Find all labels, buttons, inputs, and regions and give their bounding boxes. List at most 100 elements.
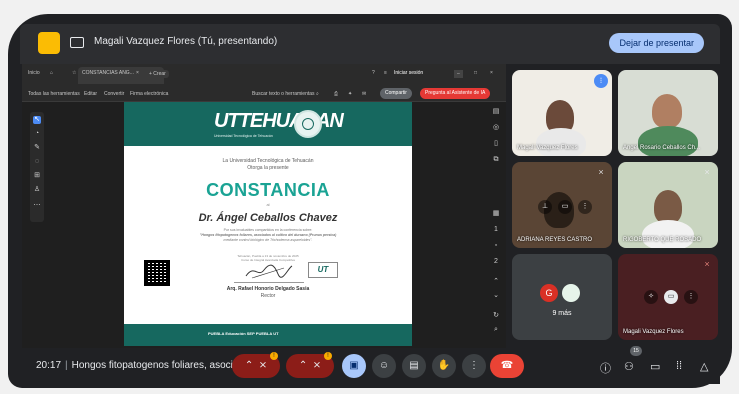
refresh-icon[interactable]: ↻	[492, 312, 500, 320]
certificate-desc-2: "Hongos fitopatogenos foliares, asociado…	[199, 233, 337, 237]
certificate-university: La Universidad Tecnológica de Tehuacán	[222, 158, 314, 164]
scroll-down-icon[interactable]: 2	[492, 258, 500, 266]
participant-tile-3[interactable]: ⊥ ▭ ⋮ ⨯ ADRIANA REYES CASTRO	[512, 162, 612, 248]
certificate-role: Rector	[260, 293, 276, 299]
tile-more-icon[interactable]: ⋮	[578, 200, 592, 214]
close-window-icon[interactable]: ×	[490, 70, 493, 76]
participant-name: Angel Rosario Ceballos Ch...	[623, 145, 701, 151]
home-icon[interactable]: ⌂	[50, 70, 53, 76]
zoom-in-icon[interactable]: ▫	[492, 242, 500, 250]
mic-off-icon: ⨯	[258, 360, 268, 371]
comment-icon[interactable]: ◔	[33, 130, 41, 138]
sign-in-link[interactable]: Iniciar sesión	[394, 70, 423, 76]
chevron-up-icon[interactable]: ⌃	[299, 360, 307, 371]
copy-icon[interactable]: ⧉	[492, 156, 500, 164]
menu-esign[interactable]: Firma electrónica	[130, 91, 168, 97]
ut-logo-subtitle: Universidad Tecnológica de Tehuacán	[214, 134, 273, 138]
people-icon[interactable]: ⚇	[624, 360, 634, 373]
participant-tile-2[interactable]: Angel Rosario Ceballos Ch...	[618, 70, 718, 156]
pen-icon[interactable]: ✎	[33, 144, 41, 152]
app-menubar: Todas las herramientas Editar Convertir …	[22, 86, 506, 102]
ai-spark-icon[interactable]: ✦	[348, 91, 352, 97]
certificate-desc-3: mediante control biológico de Trichoderm…	[223, 238, 313, 242]
certificate-signer: Arq. Rafael Honorio Delgado Sasia	[226, 286, 310, 292]
raise-hand-icon[interactable]: ✋	[432, 354, 456, 378]
print-icon[interactable]: ⎙	[334, 91, 338, 97]
page-up-icon[interactable]: ⌃	[492, 278, 500, 286]
meeting-controls: 20:17 | Hongos fitopatogenos foliares, aso…	[20, 346, 720, 384]
search-tools[interactable]: Buscar texto o herramientas	[252, 91, 315, 97]
maximize-icon[interactable]: □	[474, 70, 477, 76]
mic-warning-icon: !	[270, 352, 278, 360]
emoji-icon[interactable]: ☺	[372, 354, 396, 378]
page-number-icon: 1	[494, 226, 498, 233]
university-seal-icon	[294, 110, 322, 138]
camera-off-icon: ⨯	[312, 360, 322, 371]
star-icon[interactable]: ☆	[72, 70, 76, 76]
browser-tabbar: Inicio ⌂ ☆ CONSTANCIAS ANG... × + Crear …	[22, 64, 506, 86]
shared-screen: Inicio ⌂ ☆ CONSTANCIAS ANG... × + Crear …	[22, 64, 506, 348]
chevron-up-icon[interactable]: ⌃	[245, 360, 253, 371]
presenting-bar: Magali Vazquez Flores (Tú, presentando) …	[20, 24, 720, 64]
participant-name: ADRIANA REYES CASTRO	[517, 237, 593, 243]
participant-tile-1[interactable]: ⁝ Magali Vazquez Flores	[512, 70, 612, 156]
tile-camera-icon[interactable]: ▭	[558, 200, 572, 214]
meeting-time: 20:17	[36, 360, 62, 371]
page-down-icon[interactable]: ⌄	[492, 292, 500, 300]
camera-warning-icon: !	[324, 352, 332, 360]
minimize-icon[interactable]: –	[454, 70, 463, 78]
comments-panel-icon[interactable]: ◎	[492, 124, 500, 132]
stop-presenting-button[interactable]: Dejar de presentar	[609, 33, 704, 53]
participant-name: RIGOBERTO QUE ROSADO	[623, 237, 702, 243]
certificate-grants: Otorga la presente	[247, 165, 289, 171]
more-participants-tile[interactable]: G 9 más	[512, 254, 612, 340]
captions-icon[interactable]: ▤	[402, 354, 426, 378]
tab-home[interactable]: Inicio	[28, 70, 40, 76]
right-toolbar: ▤ ◎ ▯ ⧉ ▦ 1 ▫ 2 ⌃ ⌄ ↻ ⌕	[490, 102, 502, 342]
certificate-to: al	[266, 202, 270, 207]
left-toolbar: ↖ ◔ ✎ ◌ ⊞ ♙ ⋯	[30, 112, 44, 222]
present-screen-icon[interactable]: ▣	[342, 354, 366, 378]
participant-tile-4[interactable]: ⨯ RIGOBERTO QUE ROSADO	[618, 162, 718, 248]
presenting-title: Magali Vazquez Flores (Tú, presentando)	[94, 36, 278, 47]
info-icon[interactable]: ⓘ	[600, 360, 611, 376]
chat-icon[interactable]: ▭	[650, 360, 660, 373]
menu-convert[interactable]: Convertir	[104, 91, 124, 97]
certificate-desc-1: Por sus invaluables compartidos en la co…	[223, 228, 313, 232]
ut-mini-logo: UT	[308, 262, 338, 278]
menu-all-tools[interactable]: Todas las herramientas	[28, 91, 80, 97]
share-button[interactable]: Compartir	[380, 88, 412, 99]
pin-icon[interactable]: ⊥	[538, 200, 552, 214]
blur-icon[interactable]: ✧	[644, 290, 658, 304]
call-end-icon[interactable]: ☎	[490, 354, 524, 378]
cursor-icon[interactable]: ↖	[33, 116, 41, 124]
certificate-footer: PUEBLA Educación SEP PUEBLA UT	[124, 324, 412, 346]
palm-avatar-icon	[562, 284, 580, 302]
meeting-title: Hongos fitopatogenos foliares, asoci...	[71, 360, 242, 371]
apps-icon[interactable]: ⁞⁞	[676, 360, 682, 372]
lasso-icon[interactable]: ◌	[33, 158, 41, 166]
self-view-tile[interactable]: ✧ ▭ ⋮ ⨯ Magali Vazquez Flores	[618, 254, 718, 340]
help-icon[interactable]: ?	[372, 70, 375, 76]
stamp-icon[interactable]: ♙	[33, 186, 41, 194]
self-camera-icon[interactable]: ▭	[664, 290, 678, 304]
zoom-icon[interactable]: ⌕	[492, 326, 500, 334]
self-more-icon[interactable]: ⋮	[684, 290, 698, 304]
menu-edit[interactable]: Editar	[84, 91, 97, 97]
certificate-document: UTTEHUACAN Universidad Tecnológica de Te…	[124, 102, 412, 346]
avatar: G	[540, 284, 558, 302]
close-tab-icon[interactable]: ×	[136, 70, 139, 76]
ai-assistant-button[interactable]: Pregunta al Asistente de IA	[420, 88, 491, 99]
bookmark-icon[interactable]: ▯	[492, 140, 500, 148]
text-select-icon[interactable]: ⊞	[33, 172, 41, 180]
search-icon[interactable]: ⌕	[316, 91, 319, 97]
menu-icon[interactable]: ≡	[384, 70, 387, 76]
more-vert-icon[interactable]: ⋮	[462, 354, 486, 378]
more-tools-icon[interactable]: ⋯	[33, 202, 41, 210]
new-tab-button[interactable]: + Crear	[146, 70, 169, 78]
panel-icon[interactable]: ▤	[492, 108, 500, 116]
participant-name: Magali Vazquez Flores	[623, 329, 684, 335]
page-thumb-icon[interactable]: ▦	[492, 210, 500, 218]
lock-icon[interactable]: △	[700, 360, 708, 373]
mail-icon[interactable]: ✉	[362, 91, 366, 97]
